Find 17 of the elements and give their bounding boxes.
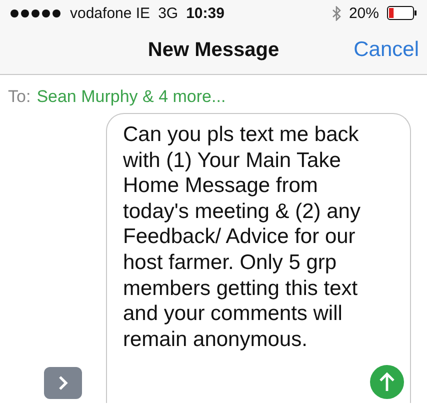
expand-button[interactable] — [44, 367, 82, 399]
send-button[interactable] — [370, 365, 404, 399]
arrow-up-icon — [379, 372, 395, 392]
to-label: To: — [8, 87, 31, 107]
message-field[interactable] — [106, 113, 411, 403]
recipients[interactable]: Sean Murphy & 4 more... — [36, 87, 226, 107]
network-type: 3G — [158, 4, 178, 22]
cancel-button[interactable]: Cancel — [354, 38, 419, 62]
status-time: 10:39 — [186, 4, 224, 22]
carrier-name: vodafone IE — [70, 4, 150, 22]
message-text: Can you pls text me back with (1) Your Main Take Home Message from today's meeting & (2) any Feedback/ Advice for our host farmer. Only 5 grp members getting this text and your comments will remain anonymous. — [123, 122, 362, 352]
signal-icon — [10, 8, 62, 18]
battery-icon — [387, 6, 417, 20]
screen-title: New Message — [148, 38, 280, 62]
chevron-icon — [58, 375, 68, 391]
battery-percent: 20% — [348, 4, 379, 22]
bluetooth-icon — [332, 6, 341, 20]
